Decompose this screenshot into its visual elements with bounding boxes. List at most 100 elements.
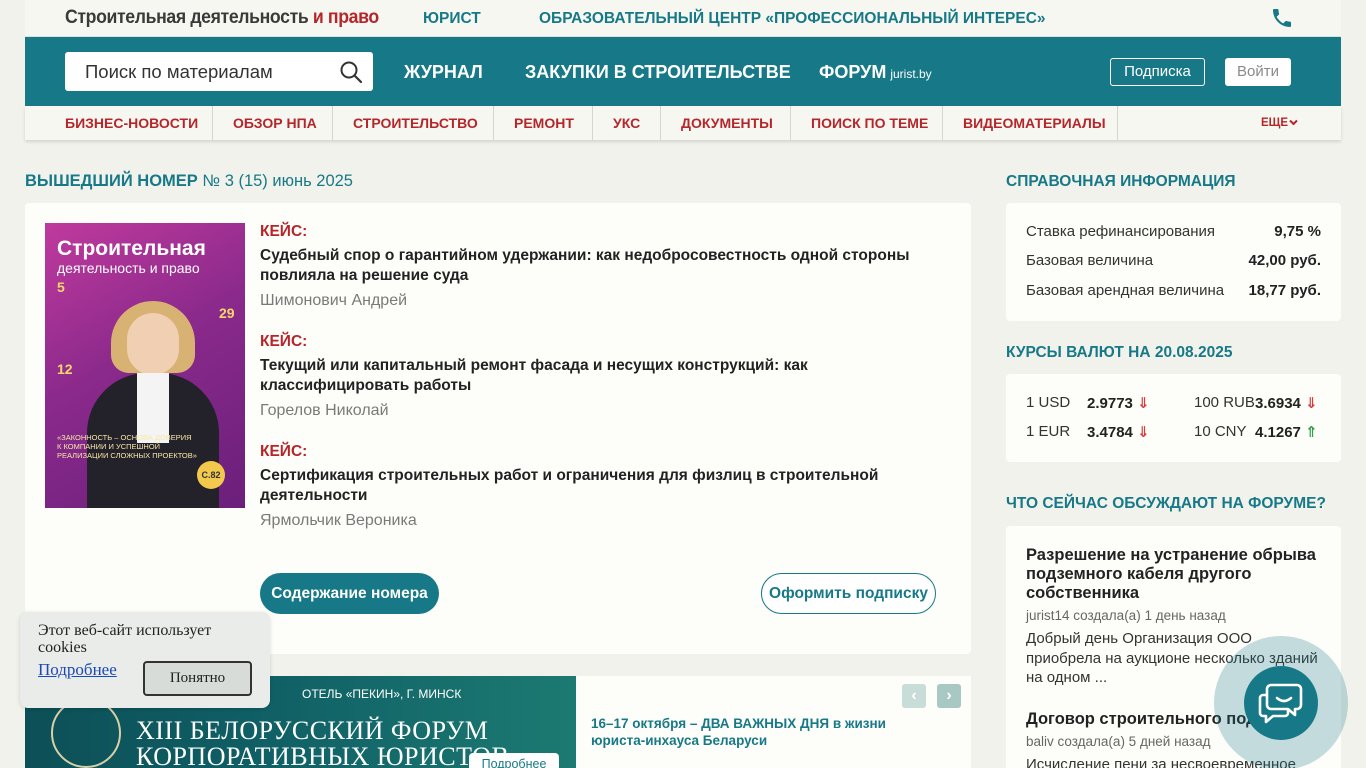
- nav-procurement[interactable]: ЗАКУПКИ В СТРОИТЕЛЬСТВЕ: [525, 62, 791, 83]
- article-title[interactable]: Сертификация строительных работ и ограни…: [260, 466, 910, 505]
- phone-icon[interactable]: [1270, 6, 1294, 30]
- search-icon[interactable]: [339, 60, 363, 84]
- cookie-text: Этот веб-сайт использует cookies: [38, 622, 212, 656]
- issue-heading-bold: ВЫШЕДШИЙ НОМЕР: [25, 172, 198, 190]
- issue-subscribe-button[interactable]: Оформить подписку: [761, 573, 936, 614]
- rate-value-group: 3.6934 ⇓: [1255, 394, 1318, 412]
- rates-card: 1 USD 2.9773 ⇓ 100 RUB 3.6934 ⇓ 1 EUR 3.…: [1006, 374, 1341, 462]
- subnav-divider: [212, 106, 213, 140]
- cover-page-number: 29: [219, 305, 235, 321]
- reference-row: Базовая величина 42,00 руб.: [1026, 252, 1321, 269]
- subnav-divider: [660, 106, 661, 140]
- chevron-down-icon: [1289, 119, 1298, 126]
- cover-page-number: 5: [57, 279, 65, 295]
- chat-bubble-icon[interactable]: [1257, 679, 1305, 727]
- subnav-business-news[interactable]: БИЗНЕС-НОВОСТИ: [65, 106, 198, 140]
- arrow-up-icon: ⇑: [1305, 424, 1318, 441]
- reference-value: 9,75 %: [1274, 223, 1321, 240]
- arrow-down-icon: ⇓: [1305, 395, 1318, 412]
- article-item: КЕЙС: Судебный спор о гарантийном удержа…: [260, 223, 910, 310]
- subnav-topic-search[interactable]: ПОИСК ПО ТЕМЕ: [811, 106, 928, 140]
- rate-item: 10 CNY: [1194, 423, 1247, 440]
- rate-value-group: 2.9773 ⇓: [1087, 394, 1150, 412]
- reference-label: Базовая арендная величина: [1026, 282, 1225, 299]
- cookie-accept-button[interactable]: Понятно: [143, 661, 252, 696]
- subnav-divider: [942, 106, 943, 140]
- cookie-more-link[interactable]: Подробнее: [38, 660, 117, 680]
- banner-prev-arrow-icon[interactable]: ‹: [902, 684, 926, 708]
- subnav-more[interactable]: ЕЩЕ: [1261, 117, 1298, 129]
- issue-heading: ВЫШЕДШИЙ НОМЕР № 3 (15) июнь 2025: [25, 172, 353, 191]
- more-label: ЕЩЕ: [1261, 117, 1289, 129]
- article-title[interactable]: Судебный спор о гарантийном удержании: к…: [260, 246, 910, 285]
- subnav-divider: [592, 106, 593, 140]
- article-kind: КЕЙС:: [260, 223, 308, 240]
- cover-quote: «ЗАКОННОСТЬ – ОСНОВА ДОВЕРИЯ К КОМПАНИИ …: [57, 433, 197, 460]
- logo-main: Строительная деятельность: [65, 7, 309, 28]
- rate-value: 3.4784: [1087, 424, 1133, 441]
- subnav-divider: [790, 106, 791, 140]
- nav-forum-label: ФОРУМ: [819, 62, 887, 82]
- subnav-npa-review[interactable]: ОБЗОР НПА: [233, 106, 317, 140]
- search-input[interactable]: [65, 52, 335, 91]
- subnav-divider: [1117, 106, 1118, 140]
- search-box: [65, 52, 373, 91]
- banner-venue: ОТЕЛЬ «ПЕКИН», Г. МИНСК: [302, 687, 462, 701]
- subnav-construction[interactable]: СТРОИТЕЛЬСТВО: [353, 106, 478, 140]
- rate-item: 100 RUB: [1194, 394, 1255, 411]
- forum-topic-meta: jurist14 создала(а) 1 день назад: [1026, 608, 1226, 623]
- issue-number[interactable]: № 3 (15) июнь 2025: [202, 172, 353, 190]
- article-item: КЕЙС: Сертификация строительных работ и …: [260, 443, 910, 530]
- banner-more-button[interactable]: Подробнее: [469, 753, 559, 768]
- logo-accent: и право: [312, 7, 379, 28]
- top-link-jurist[interactable]: ЮРИСТ: [423, 10, 481, 28]
- nav-forum[interactable]: ФОРУМ jurist.by: [819, 62, 932, 83]
- article-author: Шимонович Андрей: [260, 292, 408, 309]
- reference-heading: СПРАВОЧНАЯ ИНФОРМАЦИЯ: [1006, 173, 1236, 190]
- banner-text[interactable]: 16–17 октября – ДВА ВАЖНЫХ ДНЯ в жизни ю…: [591, 715, 911, 749]
- subnav-divider: [493, 106, 494, 140]
- sub-nav: БИЗНЕС-НОВОСТИ ОБЗОР НПА СТРОИТЕЛЬСТВО Р…: [25, 106, 1341, 140]
- banner-title-line2: КОРПОРАТИВНЫХ ЮРИСТОВ: [136, 742, 510, 768]
- article-kind: КЕЙС:: [260, 333, 308, 350]
- banner-next-arrow-icon[interactable]: ›: [937, 684, 961, 708]
- cover-page-number: 12: [57, 361, 73, 377]
- issue-card: Строительная деятельность и право 5 29 1…: [25, 203, 971, 654]
- article-author: Ярмольчик Вероника: [260, 512, 417, 529]
- subnav-repair[interactable]: РЕМОНТ: [514, 106, 574, 140]
- subnav-divider: [332, 106, 333, 140]
- subnav-documents[interactable]: ДОКУМЕНТЫ: [681, 106, 773, 140]
- top-bar: Строительная деятельность и право ЮРИСТ …: [25, 0, 1341, 37]
- article-title[interactable]: Текущий или капитальный ремонт фасада и …: [260, 356, 910, 395]
- site-logo[interactable]: Строительная деятельность и право: [65, 7, 379, 29]
- nav-journal[interactable]: ЖУРНАЛ: [404, 62, 483, 83]
- forum-heading: ЧТО СЕЙЧАС ОБСУЖДАЮТ НА ФОРУМЕ?: [1006, 495, 1326, 512]
- cover-page-badge: С.82: [197, 461, 225, 489]
- arrow-down-icon: ⇓: [1137, 424, 1150, 441]
- reference-card: Ставка рефинансирования 9,75 % Базовая в…: [1006, 203, 1341, 321]
- rate-value: 3.6934: [1255, 395, 1301, 412]
- rate-value-group: 3.4784 ⇓: [1087, 423, 1150, 441]
- rate-item: 1 USD: [1026, 394, 1070, 411]
- cookie-popup: Этот веб-сайт использует cookies Подробн…: [20, 612, 270, 708]
- issue-contents-button[interactable]: Содержание номера: [260, 573, 439, 614]
- login-button[interactable]: Войти: [1225, 58, 1291, 86]
- reference-value: 42,00 руб.: [1248, 252, 1321, 269]
- main-nav: ЖУРНАЛ ЗАКУПКИ В СТРОИТЕЛЬСТВЕ ФОРУМjuri…: [25, 37, 1341, 106]
- rate-currency: 1 USD: [1026, 394, 1071, 411]
- cover-subtitle: деятельность и право: [57, 260, 200, 276]
- reference-value: 18,77 руб.: [1248, 282, 1321, 299]
- article-item: КЕЙС: Текущий или капитальный ремонт фас…: [260, 333, 910, 420]
- reference-row: Базовая арендная величина 18,77 руб.: [1026, 282, 1321, 299]
- rate-value: 2.9773: [1087, 395, 1133, 412]
- forum-topic-title[interactable]: Разрешение на устранение обрыва подземно…: [1026, 546, 1326, 603]
- tree-logo-icon: [51, 698, 121, 768]
- article-kind: КЕЙС:: [260, 443, 308, 460]
- top-link-education-center[interactable]: ОБРАЗОВАТЕЛЬНЫЙ ЦЕНТР «ПРОФЕССИОНАЛЬНЫЙ …: [539, 10, 1046, 28]
- subnav-uks[interactable]: УКС: [613, 106, 640, 140]
- issue-cover-image[interactable]: Строительная деятельность и право 5 29 1…: [45, 223, 245, 508]
- subscribe-button[interactable]: Подписка: [1110, 58, 1205, 86]
- rates-heading: КУРСЫ ВАЛЮТ НА 20.08.2025: [1006, 344, 1233, 361]
- subnav-video[interactable]: ВИДЕОМАТЕРИАЛЫ: [963, 106, 1106, 140]
- rate-currency: 10 CNY: [1194, 423, 1247, 440]
